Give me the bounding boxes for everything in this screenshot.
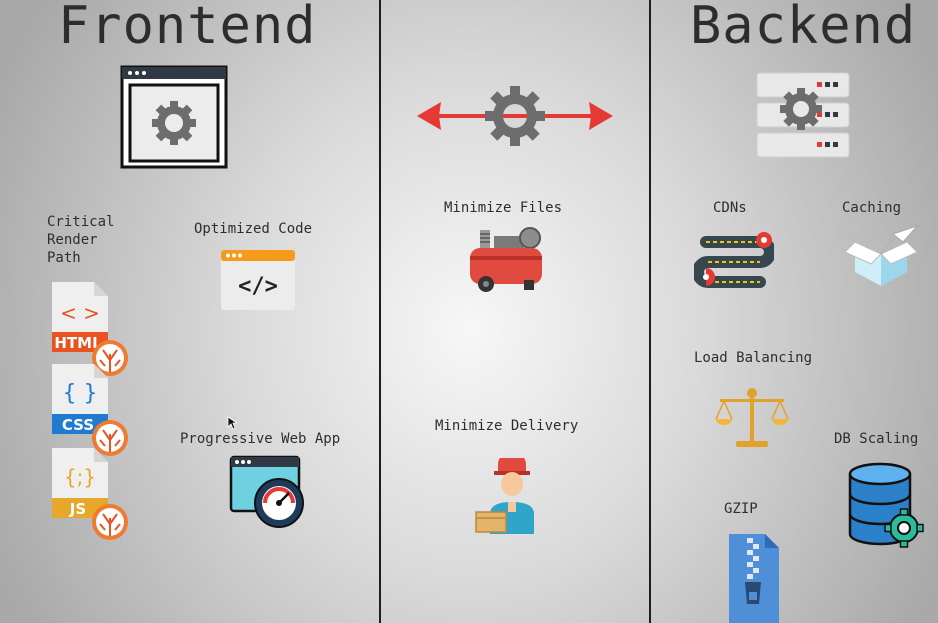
gzip-label: GZIP xyxy=(724,501,758,517)
frontend-title: Frontend xyxy=(58,0,317,56)
minimize-delivery-label: Minimize Delivery xyxy=(435,418,579,434)
cdn-route-icon xyxy=(694,226,774,294)
server-gear-icon xyxy=(753,69,853,161)
js-file-icon: {;} JS xyxy=(50,446,132,542)
load-balancing-label: Load Balancing xyxy=(694,350,813,366)
pwa-speedometer-icon xyxy=(229,455,307,529)
database-gear-icon xyxy=(846,462,926,550)
code-glyph: </> xyxy=(238,274,278,299)
bidirectional-arrow-gear-icon xyxy=(415,84,615,148)
mouse-cursor-icon xyxy=(227,416,237,430)
balance-scale-icon xyxy=(714,385,790,451)
air-compressor-icon xyxy=(466,222,546,294)
db-scaling-label: DB Scaling xyxy=(834,431,919,447)
optimized-code-label: Optimized Code xyxy=(194,221,313,237)
backend-title: Backend xyxy=(690,0,917,56)
progressive-web-app-label: Progressive Web App xyxy=(180,431,341,447)
critical-render-path-label: Critical Render Path xyxy=(47,214,115,266)
html-glyph: < > xyxy=(60,301,100,325)
js-glyph: {;} xyxy=(64,465,96,489)
open-box-icon xyxy=(843,224,919,294)
zip-file-icon xyxy=(725,532,781,623)
caching-label: Caching xyxy=(842,200,902,216)
divider-left xyxy=(379,0,381,623)
css-file-icon: { } CSS xyxy=(50,362,132,458)
js-badge-label: JS xyxy=(69,500,86,518)
browser-gear-icon xyxy=(120,65,228,169)
minimize-files-label: Minimize Files xyxy=(444,200,563,216)
divider-right xyxy=(649,0,651,623)
css-badge-label: CSS xyxy=(62,416,94,434)
css-glyph: { } xyxy=(63,381,98,406)
cdns-label: CDNs xyxy=(713,200,747,216)
code-window-icon: </> xyxy=(220,249,296,311)
delivery-person-icon xyxy=(474,458,540,538)
